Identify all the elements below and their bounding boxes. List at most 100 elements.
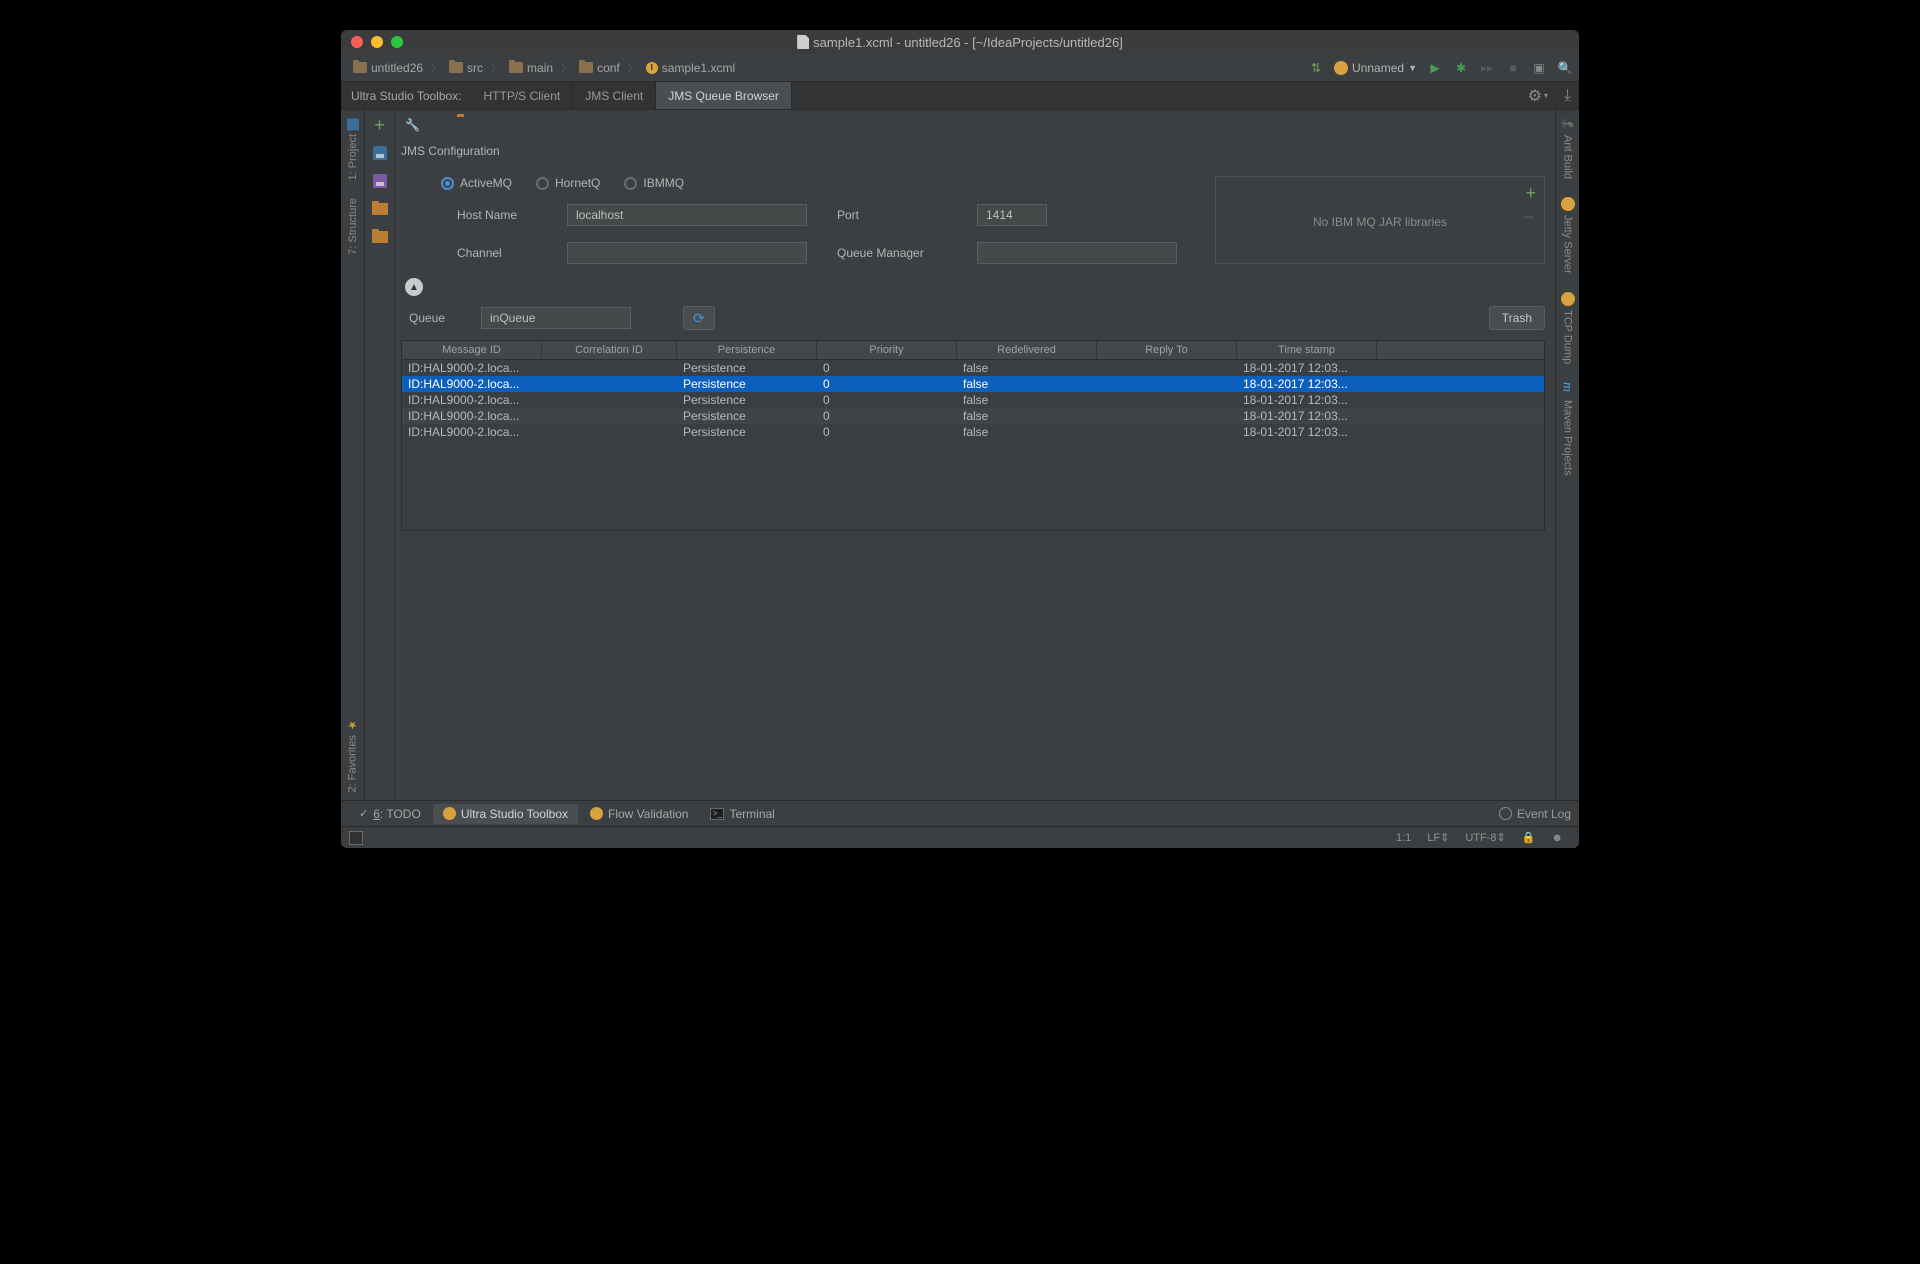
cell-reply [1097,376,1237,392]
run-config-selector[interactable]: Unnamed▼ [1334,61,1417,75]
save-button-2[interactable] [371,172,389,190]
search-icon[interactable]: 🔍 [1557,60,1573,76]
table-row[interactable]: ID:HAL9000-2.loca...Persistence0false18-… [402,408,1544,424]
folder-icon [509,62,523,73]
table-row[interactable]: ID:HAL9000-2.loca...Persistence0false18-… [402,376,1544,392]
open-icon[interactable] [457,116,475,134]
add-lib-button[interactable]: + [1525,183,1536,204]
toolbox-icon [443,807,456,820]
radio-activemq[interactable]: ActiveMQ [441,176,512,190]
trash-button[interactable]: Trash [1489,306,1545,330]
wrench-icon[interactable] [405,116,423,134]
table-row[interactable]: ID:HAL9000-2.loca...Persistence0false18-… [402,424,1544,440]
tab-jms-queue-browser[interactable]: JMS Queue Browser [656,82,792,109]
cell-prio: 0 [817,360,957,376]
toolbox-tabs: Ultra Studio Toolbox: HTTP/S Client JMS … [341,82,1579,110]
col-corrid[interactable]: Correlation ID [542,341,677,359]
download-icon[interactable]: ⤓ [1556,82,1579,109]
event-log-button[interactable]: Event Log [1499,807,1571,821]
cell-reply [1097,408,1237,424]
crumb-main[interactable]: main [503,59,559,77]
ide-window: sample1.xcml - untitled26 - [~/IdeaProje… [341,30,1579,848]
crumb-src[interactable]: src [443,59,489,77]
cell-redel: false [957,408,1097,424]
table-row[interactable]: ID:HAL9000-2.loca...Persistence0false18-… [402,360,1544,376]
right-tool-gutter: 🐜Ant Build Jetty Server TCP Dump mMaven … [1555,110,1579,800]
sidebar-item-structure[interactable]: 7: Structure [347,198,359,255]
host-input[interactable] [567,204,807,226]
open-folder-button[interactable] [371,200,389,218]
terminal-icon: >_ [710,808,724,820]
col-redel[interactable]: Redelivered [957,341,1097,359]
file-icon: I [646,62,658,74]
cell-corr [542,376,677,392]
tab-todo[interactable]: ✓6: TODO [349,804,431,824]
port-label: Port [837,208,947,222]
cell-prio: 0 [817,408,957,424]
debug-button[interactable]: ✱ [1453,60,1469,76]
save-icon[interactable] [431,116,449,134]
queue-label: Queue [409,311,465,325]
add-button[interactable]: + [371,116,389,134]
inspector-icon[interactable]: ☻ [1543,832,1571,844]
col-msgid[interactable]: Message ID [402,341,542,359]
cell-pers: Persistence [677,392,817,408]
cell-id: ID:HAL9000-2.loca... [402,392,542,408]
chevron-right-icon: 〉 [628,60,638,75]
queue-input[interactable] [481,307,631,329]
refresh-button[interactable]: ⟳ [683,306,715,330]
line-sep[interactable]: LF⇕ [1419,831,1457,844]
radio-hornetq[interactable]: HornetQ [536,176,600,190]
left-tool-gutter: 1: Project 7: Structure 2: Favorites★ [341,110,365,800]
cell-pers: Persistence [677,424,817,440]
folder-icon [579,62,593,73]
bottom-tabs: ✓6: TODO Ultra Studio Toolbox Flow Valid… [341,800,1579,826]
tab-http-client[interactable]: HTTP/S Client [472,82,574,109]
message-table[interactable]: Message ID Correlation ID Persistence Pr… [401,340,1545,531]
cell-ts: 18-01-2017 12:03... [1237,360,1377,376]
channel-input[interactable] [567,242,807,264]
port-input[interactable] [977,204,1047,226]
encoding[interactable]: UTF-8⇕ [1457,831,1513,844]
col-reply[interactable]: Reply To [1097,341,1237,359]
col-prio[interactable]: Priority [817,341,957,359]
run-button[interactable]: ▶ [1427,60,1443,76]
breadcrumb: untitled26〉 src〉 main〉 conf〉 Isample1.xc… [347,59,1308,77]
provider-radios: ActiveMQ HornetQ IBMMQ [401,176,1203,190]
coverage-button[interactable]: ▸▸ [1479,60,1495,76]
tab-jms-client[interactable]: JMS Client [573,82,656,109]
tab-ultra-toolbox[interactable]: Ultra Studio Toolbox [433,804,578,824]
chevron-right-icon: 〉 [561,60,571,75]
sync-icon[interactable]: ⇅ [1308,60,1324,76]
sidebar-item-tcp[interactable]: TCP Dump [1561,292,1575,364]
status-square-icon[interactable] [349,831,363,845]
sidebar-item-ant[interactable]: 🐜Ant Build [1561,118,1574,179]
open-folder-button-2[interactable] [371,228,389,246]
settings-icon[interactable]: ⚙▾ [1520,82,1556,109]
col-pers[interactable]: Persistence [677,341,817,359]
sidebar-item-project[interactable]: 1: Project [347,118,359,180]
sidebar-item-maven[interactable]: mMaven Projects [1561,382,1575,476]
table-row[interactable]: ID:HAL9000-2.loca...Persistence0false18-… [402,392,1544,408]
col-ts[interactable]: Time stamp [1237,341,1377,359]
cursor-pos[interactable]: 1:1 [1388,832,1419,844]
sidebar-item-favorites[interactable]: 2: Favorites★ [346,718,359,792]
chevron-right-icon: 〉 [431,60,441,75]
tab-terminal[interactable]: >_Terminal [700,804,784,824]
crumb-conf[interactable]: conf [573,59,626,77]
cell-reply [1097,360,1237,376]
nav-actions: ⇅ Unnamed▼ ▶ ✱ ▸▸ ■ ▣ 🔍 [1308,60,1573,76]
table-empty-space [402,440,1544,530]
crumb-root[interactable]: untitled26 [347,59,429,77]
save-button[interactable] [371,144,389,162]
sidebar-item-jetty[interactable]: Jetty Server [1561,197,1575,274]
collapse-button[interactable]: ▲ [405,278,423,296]
lock-icon[interactable]: 🔒 [1514,831,1544,844]
qm-input[interactable] [977,242,1177,264]
remove-lib-button[interactable]: − [1523,207,1534,228]
crumb-file[interactable]: Isample1.xcml [640,59,741,77]
radio-ibmmq[interactable]: IBMMQ [624,176,684,190]
cell-prio: 0 [817,392,957,408]
tab-flow-validation[interactable]: Flow Validation [580,804,698,824]
layout-icon[interactable]: ▣ [1531,60,1547,76]
